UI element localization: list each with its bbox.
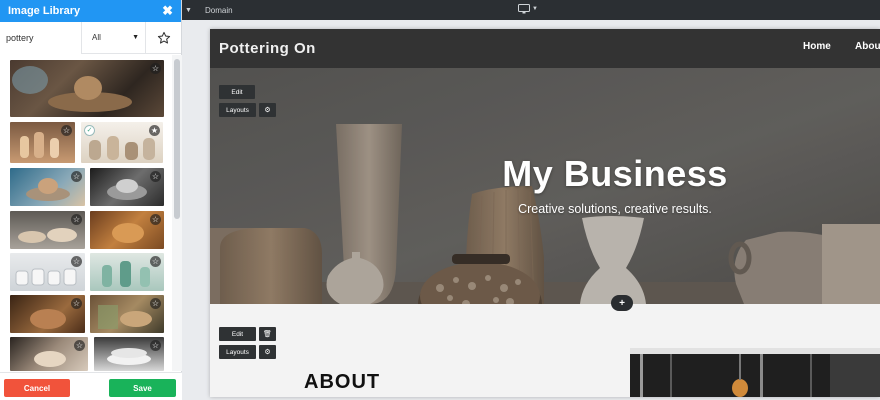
hero-edit-button[interactable]: Edit: [219, 85, 255, 99]
image-library-header: Image Library ✖: [0, 0, 181, 22]
pottery-wheel-thumb: [12, 66, 132, 112]
about-delete-button[interactable]: 🗑: [259, 327, 276, 341]
nav-link-about[interactable]: Abou: [855, 41, 880, 52]
favorite-star-icon[interactable]: ☆: [71, 214, 82, 225]
site-brand[interactable]: Pottering On: [219, 40, 316, 57]
about-settings-button[interactable]: ⚙: [259, 345, 276, 359]
image-thumbnail[interactable]: ☆: [94, 337, 164, 371]
nav-link-home[interactable]: Home: [803, 41, 831, 52]
image-thumbnail[interactable]: ✓ ★: [81, 122, 163, 163]
device-preview-toggle[interactable]: ▼: [518, 4, 538, 14]
close-icon[interactable]: ✖: [162, 3, 173, 19]
favorite-star-icon[interactable]: ☆: [150, 298, 161, 309]
image-thumbnail[interactable]: ☆: [10, 253, 85, 291]
editor-topbar: ▼ Domain ▼: [182, 0, 880, 20]
add-section-button[interactable]: +: [611, 295, 633, 311]
interior-photo: [630, 348, 880, 397]
page-preview: Pottering On Home Abou My Business Creat…: [210, 29, 880, 397]
hero-subtitle[interactable]: Creative solutions, creative results.: [450, 202, 780, 216]
site-navbar: Pottering On Home Abou: [210, 29, 880, 68]
about-layouts-button[interactable]: Layouts: [219, 345, 256, 359]
image-thumbnail[interactable]: ☆: [10, 337, 88, 371]
search-input[interactable]: [0, 21, 82, 54]
domain-menu[interactable]: Domain: [205, 6, 233, 15]
about-heading[interactable]: ABOUT: [304, 371, 380, 394]
favorite-star-icon[interactable]: ☆: [150, 214, 161, 225]
about-edit-button[interactable]: Edit: [219, 327, 256, 341]
image-thumbnail[interactable]: ☆: [10, 295, 85, 333]
image-library-panel: Image Library ✖ All ▼ ☆ ☆ ✓ ★: [0, 0, 182, 400]
desktop-monitor-icon: [518, 4, 530, 14]
favorite-star-icon[interactable]: ☆: [74, 340, 85, 351]
favorite-star-icon[interactable]: ☆: [150, 171, 161, 182]
image-thumbnail[interactable]: ☆: [10, 60, 164, 117]
image-thumbnail[interactable]: ☆: [90, 253, 164, 291]
image-thumbnail[interactable]: ☆: [10, 168, 85, 206]
caret-down-icon[interactable]: ▼: [185, 7, 197, 14]
favorite-star-icon[interactable]: ☆: [71, 171, 82, 182]
about-image[interactable]: [630, 348, 880, 397]
favorite-star-icon[interactable]: ☆: [150, 63, 161, 74]
favorites-filter-button[interactable]: [146, 31, 181, 45]
hero-settings-button[interactable]: ⚙: [259, 103, 276, 117]
favorite-star-icon[interactable]: ☆: [71, 256, 82, 267]
hero-title[interactable]: My Business: [450, 153, 780, 195]
scrollbar-thumb[interactable]: [174, 59, 180, 219]
favorite-star-icon[interactable]: ☆: [150, 256, 161, 267]
gear-icon: ⚙: [264, 349, 271, 356]
image-thumbnail[interactable]: ☆: [90, 295, 164, 333]
search-bar: All ▼: [0, 21, 181, 54]
category-filter-select[interactable]: All ▼: [82, 21, 146, 54]
caret-down-icon: ▼: [532, 6, 538, 12]
image-thumbnail[interactable]: ☆: [10, 122, 75, 163]
hero-layouts-button[interactable]: Layouts: [219, 103, 256, 117]
image-thumbnail-grid: ☆ ☆ ✓ ★ ☆ ☆ ☆ ☆ ☆ ☆ ☆ ☆ ☆ ☆: [0, 55, 172, 371]
cancel-button[interactable]: Cancel: [4, 379, 70, 397]
trash-icon: 🗑: [263, 331, 272, 338]
save-button[interactable]: Save: [109, 379, 176, 397]
image-library-title: Image Library: [8, 5, 81, 17]
hero-section: My Business Creative solutions, creative…: [210, 68, 880, 304]
filter-selected-value: All: [92, 33, 101, 42]
favorite-star-icon[interactable]: ☆: [71, 298, 82, 309]
star-outline-icon: [157, 31, 170, 44]
caret-down-icon: ▼: [132, 34, 139, 41]
favorite-star-icon[interactable]: ★: [149, 125, 160, 136]
image-thumbnail[interactable]: ☆: [10, 211, 85, 249]
favorite-star-icon[interactable]: ☆: [61, 125, 72, 136]
image-library-footer: Cancel Save: [0, 372, 182, 400]
image-thumbnail[interactable]: ☆: [90, 168, 164, 206]
selected-check-icon: ✓: [84, 125, 95, 136]
favorite-star-icon[interactable]: ☆: [150, 340, 161, 351]
thumbnail-scrollbar[interactable]: [172, 55, 182, 371]
image-thumbnail[interactable]: ☆: [90, 211, 164, 249]
gear-icon: ⚙: [264, 107, 271, 114]
